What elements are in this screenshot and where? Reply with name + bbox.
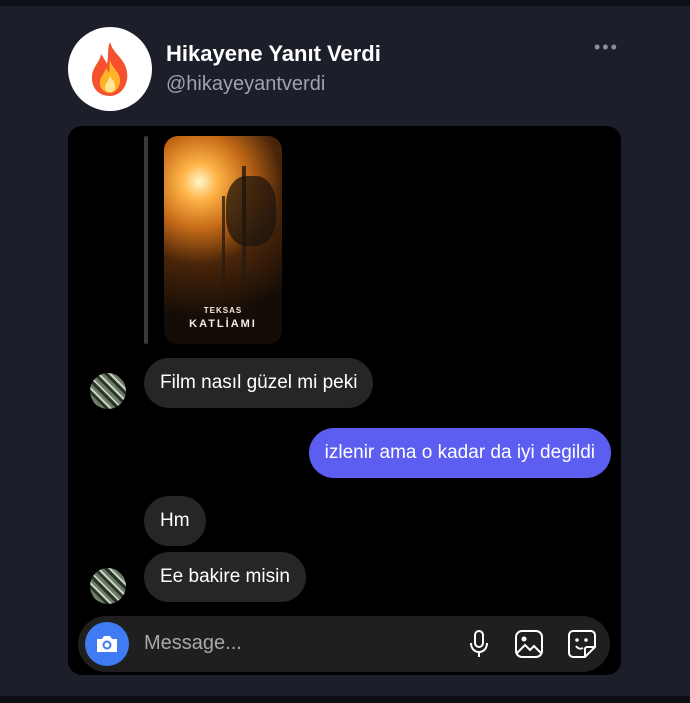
message-bubble-incoming[interactable]: Ee bakire misin <box>144 552 306 602</box>
sender-avatar[interactable] <box>90 568 126 604</box>
message-input[interactable]: Message... <box>144 632 242 655</box>
more-dots-icon[interactable]: ••• <box>594 37 619 58</box>
message-bubble-outgoing[interactable]: izlenir ama o kadar da iyi degildi <box>308 428 611 478</box>
gallery-icon[interactable] <box>513 628 545 660</box>
message-bubble-incoming[interactable]: Hm <box>144 496 206 546</box>
story-reply-line <box>144 136 148 344</box>
account-avatar[interactable] <box>68 27 152 111</box>
account-handle[interactable]: @hikayeyantverdi <box>166 73 325 96</box>
message-bubble-incoming[interactable]: Film nasıl güzel mi peki <box>144 358 374 408</box>
fire-emoji-icon <box>91 42 128 96</box>
sender-avatar[interactable] <box>90 373 126 409</box>
story-title-line1: TEKSAS <box>203 306 243 315</box>
story-image-detail <box>222 196 225 286</box>
account-name[interactable]: Hikayene Yanıt Verdi <box>166 41 381 67</box>
story-thumbnail[interactable]: TEKSAS KATLİAMI <box>164 136 282 344</box>
tweet-header: Hikayene Yanıt Verdi @hikayeyantverdi ••… <box>68 27 628 112</box>
top-border <box>0 0 690 6</box>
bottom-border <box>0 696 690 703</box>
dm-screenshot: TEKSAS KATLİAMI Film nasıl güzel mi peki… <box>68 126 621 675</box>
sticker-icon[interactable] <box>566 628 598 660</box>
camera-icon[interactable] <box>85 622 129 666</box>
microphone-icon[interactable] <box>463 628 495 660</box>
story-image-detail <box>226 176 276 246</box>
story-title-line2: KATLİAMI <box>189 318 257 330</box>
message-composer: Message... <box>78 616 610 672</box>
